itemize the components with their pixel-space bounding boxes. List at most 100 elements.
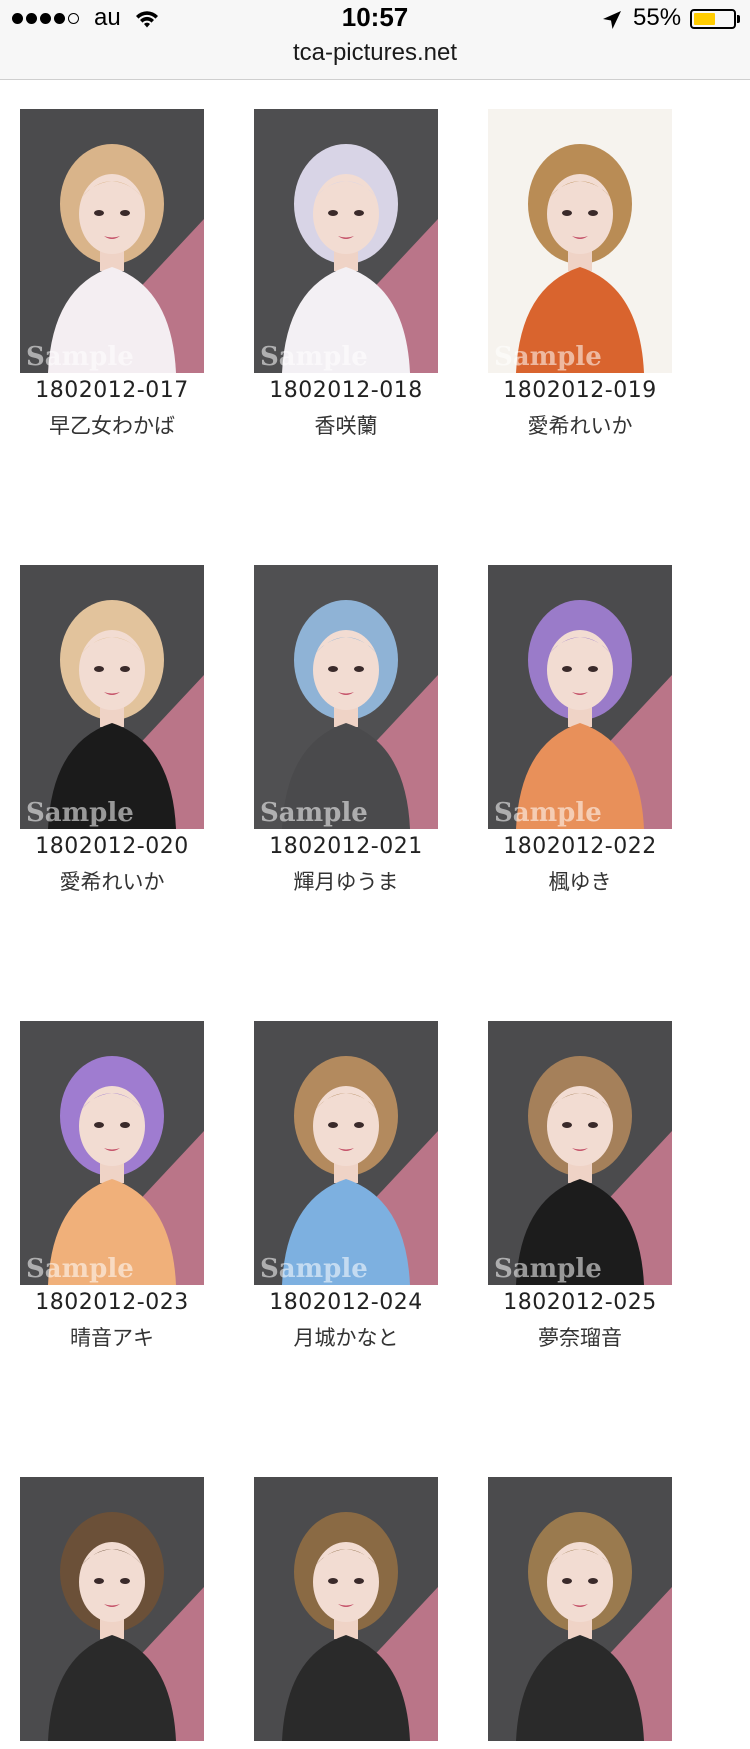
eye-shape (588, 1578, 598, 1584)
face-shape (547, 174, 613, 254)
product-code[interactable]: 1802012-020 (20, 833, 204, 861)
face-shape (79, 1086, 145, 1166)
battery-tip (737, 15, 740, 23)
sample-watermark: Sample (26, 342, 134, 372)
eye-shape (328, 210, 338, 216)
photo-card[interactable] (254, 1477, 438, 1749)
eye-shape (354, 1578, 364, 1584)
eye-shape (354, 210, 364, 216)
eye-shape (328, 1578, 338, 1584)
battery-percentage: 55% (633, 4, 682, 31)
performer-name[interactable]: 愛希れいか (20, 869, 204, 895)
performer-name[interactable]: 晴音アキ (20, 1325, 204, 1351)
portrait-image: Sample (254, 1021, 438, 1285)
portrait-image: Sample (254, 565, 438, 829)
product-photo[interactable]: Sample (20, 565, 204, 829)
photo-card[interactable]: Sample 1802012-021 輝月ゆうま (254, 565, 438, 895)
face-shape (547, 1542, 613, 1622)
performer-name[interactable]: 月城かなと (254, 1325, 438, 1351)
product-code[interactable]: 1802012-019 (488, 377, 672, 405)
address-bar-url[interactable]: tca-pictures.net (0, 39, 750, 67)
performer-name[interactable]: 夢奈瑠音 (488, 1325, 672, 1351)
photo-card[interactable]: Sample 1802012-024 月城かなと (254, 1021, 438, 1351)
product-code[interactable]: 1802012-024 (254, 1289, 438, 1317)
photo-card[interactable]: Sample 1802012-019 愛希れいか (488, 109, 672, 439)
product-code[interactable]: 1802012-023 (20, 1289, 204, 1317)
performer-name[interactable]: 愛希れいか (488, 413, 672, 439)
face-shape (313, 630, 379, 710)
battery-level-fill (694, 13, 715, 25)
portrait-image: Sample (20, 1021, 204, 1285)
eye-shape (120, 1122, 130, 1128)
eye-shape (562, 666, 572, 672)
portrait-image: Sample (488, 1021, 672, 1285)
product-photo[interactable]: Sample (254, 109, 438, 373)
eye-shape (328, 666, 338, 672)
photo-card[interactable]: Sample 1802012-022 楓ゆき (488, 565, 672, 895)
eye-shape (588, 1122, 598, 1128)
face-shape (313, 174, 379, 254)
photo-card[interactable]: Sample 1802012-025 夢奈瑠音 (488, 1021, 672, 1351)
product-code[interactable]: 1802012-018 (254, 377, 438, 405)
performer-name[interactable]: 輝月ゆうま (254, 869, 438, 895)
sample-watermark: Sample (26, 798, 134, 828)
product-photo[interactable] (20, 1477, 204, 1741)
sample-watermark: Sample (260, 342, 368, 372)
product-photo[interactable] (488, 1477, 672, 1741)
sample-watermark: Sample (494, 1254, 602, 1284)
eye-shape (588, 666, 598, 672)
product-code[interactable]: 1802012-017 (20, 377, 204, 405)
eye-shape (562, 210, 572, 216)
face-shape (79, 630, 145, 710)
product-photo[interactable]: Sample (20, 1021, 204, 1285)
portrait-image: Sample (20, 565, 204, 829)
photo-card[interactable]: Sample 1802012-017 早乙女わかば (20, 109, 204, 439)
sample-watermark: Sample (494, 798, 602, 828)
product-code[interactable]: 1802012-025 (488, 1289, 672, 1317)
eye-shape (120, 210, 130, 216)
product-photo[interactable]: Sample (488, 565, 672, 829)
product-photo[interactable]: Sample (488, 109, 672, 373)
location-arrow-icon (603, 11, 621, 29)
battery-icon (690, 9, 736, 29)
product-photo[interactable] (254, 1477, 438, 1741)
face-shape (547, 630, 613, 710)
product-photo[interactable]: Sample (254, 1021, 438, 1285)
product-photo[interactable]: Sample (488, 1021, 672, 1285)
eye-shape (120, 666, 130, 672)
eye-shape (562, 1122, 572, 1128)
photo-card[interactable]: Sample 1802012-023 晴音アキ (20, 1021, 204, 1351)
product-code[interactable]: 1802012-022 (488, 833, 672, 861)
photo-grid: Sample 1802012-017 早乙女わかば Sample 1802012… (20, 109, 720, 1749)
portrait-image: Sample (488, 109, 672, 373)
eye-shape (94, 1122, 104, 1128)
portrait-image (254, 1477, 438, 1741)
face-shape (547, 1086, 613, 1166)
sample-watermark: Sample (26, 1254, 134, 1284)
face-shape (313, 1086, 379, 1166)
portrait-image: Sample (254, 109, 438, 373)
sample-watermark: Sample (260, 1254, 368, 1284)
product-photo[interactable]: Sample (254, 565, 438, 829)
eye-shape (354, 666, 364, 672)
eye-shape (94, 666, 104, 672)
status-bar: au 10:57 tca-pictures.net 55% (0, 0, 750, 80)
performer-name[interactable]: 楓ゆき (488, 869, 672, 895)
eye-shape (588, 210, 598, 216)
eye-shape (120, 1578, 130, 1584)
photo-card[interactable]: Sample 1802012-018 香咲蘭 (254, 109, 438, 439)
eye-shape (328, 1122, 338, 1128)
portrait-image (20, 1477, 204, 1741)
performer-name[interactable]: 香咲蘭 (254, 413, 438, 439)
photo-card[interactable] (20, 1477, 204, 1749)
face-shape (313, 1542, 379, 1622)
photo-card[interactable]: Sample 1802012-020 愛希れいか (20, 565, 204, 895)
eye-shape (562, 1578, 572, 1584)
eye-shape (94, 210, 104, 216)
portrait-image (488, 1477, 672, 1741)
face-shape (79, 174, 145, 254)
product-code[interactable]: 1802012-021 (254, 833, 438, 861)
photo-card[interactable] (488, 1477, 672, 1749)
product-photo[interactable]: Sample (20, 109, 204, 373)
performer-name[interactable]: 早乙女わかば (20, 413, 204, 439)
